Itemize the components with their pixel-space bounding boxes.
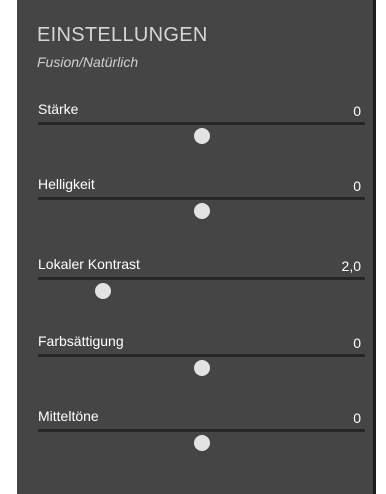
slider-label: Farbsättigung [38, 333, 124, 349]
slider-track[interactable] [38, 197, 365, 200]
panel-border [373, 0, 376, 494]
slider-row-mitteltoene: Mitteltöne 0 [17, 408, 373, 468]
slider-label: Lokaler Kontrast [38, 256, 140, 272]
panel-title: EINSTELLUNGEN [37, 24, 208, 46]
slider-value[interactable]: 0 [353, 410, 361, 426]
slider-thumb[interactable] [193, 128, 210, 144]
slider-track[interactable] [38, 277, 365, 280]
slider-thumb[interactable] [193, 203, 210, 219]
slider-track[interactable] [38, 429, 365, 432]
slider-thumb[interactable] [193, 360, 210, 376]
slider-value[interactable]: 0 [353, 335, 361, 351]
settings-panel: EINSTELLUNGEN Fusion/Natürlich Stärke 0 … [17, 0, 373, 494]
slider-thumb[interactable] [95, 283, 112, 299]
slider-label: Stärke [38, 101, 79, 117]
slider-track[interactable] [38, 354, 365, 357]
slider-row-helligkeit: Helligkeit 0 [17, 176, 373, 236]
slider-label: Helligkeit [38, 176, 95, 192]
slider-value[interactable]: 2,0 [342, 258, 361, 274]
slider-row-staerke: Stärke 0 [17, 101, 373, 161]
slider-label: Mitteltöne [38, 408, 99, 424]
slider-row-farbsaettigung: Farbsättigung 0 [17, 333, 373, 393]
slider-thumb[interactable] [193, 435, 210, 451]
slider-value[interactable]: 0 [353, 178, 361, 194]
panel-subtitle: Fusion/Natürlich [37, 54, 139, 70]
slider-value[interactable]: 0 [353, 103, 361, 119]
slider-row-lokaler-kontrast: Lokaler Kontrast 2,0 [17, 256, 373, 316]
slider-track[interactable] [38, 122, 365, 125]
